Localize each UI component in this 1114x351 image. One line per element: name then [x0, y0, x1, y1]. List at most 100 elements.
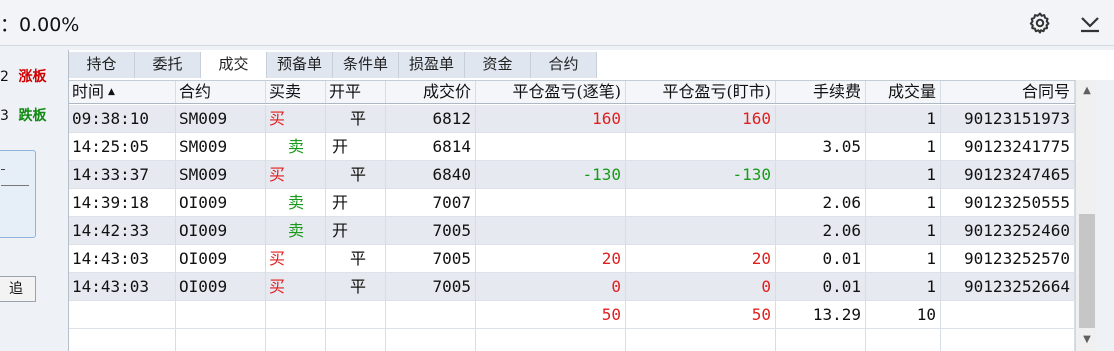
- cell-pnl-mtm: 0: [626, 273, 776, 300]
- cell-side: 买: [266, 161, 326, 188]
- cell-fee: 2.06: [776, 217, 866, 244]
- limit-up-count: 2: [0, 69, 9, 85]
- cell-pnl-trade: 20: [476, 245, 626, 272]
- tab-positions[interactable]: 持仓: [69, 52, 135, 78]
- sort-asc-icon: ▲: [108, 87, 115, 97]
- totals-row[interactable]: 50 50 13.29 10: [69, 301, 1075, 329]
- empty-cell: [476, 329, 626, 351]
- cell-pnl-mtm: [626, 217, 776, 244]
- tab-bar: 持仓 委托 成交 预备单 条件单 损盈单 资金 合约: [69, 52, 597, 78]
- col-header-open-close[interactable]: 开平: [326, 81, 386, 103]
- total-cell-price: [386, 301, 476, 328]
- tab-trades[interactable]: 成交: [201, 52, 267, 78]
- cell-order-no: 90123151973: [941, 105, 1075, 132]
- cell-pnl-mtm: 160: [626, 105, 776, 132]
- empty-cell: [69, 329, 176, 351]
- cell-pnl-mtm: [626, 189, 776, 216]
- table-row[interactable]: 14:42:33 OI009 卖开 7005 2.06 1 90123252460: [69, 217, 1075, 245]
- cell-contract: OI009: [176, 217, 266, 244]
- cell-contract: SM009: [176, 161, 266, 188]
- table-row[interactable]: 14:43:03 OI009 买平 7005 0 0 0.01 1 90123252664: [69, 273, 1075, 301]
- tab-stop-profit-orders[interactable]: 损盈单: [399, 52, 465, 78]
- cell-price: 6840: [386, 161, 476, 188]
- cell-side: 卖: [266, 133, 326, 160]
- tab-prepared-orders[interactable]: 预备单: [267, 52, 333, 78]
- cell-open-close: 平: [326, 273, 386, 300]
- table-row[interactable]: 14:25:05 SM009 卖开 6814 3.05 1 90123241775: [69, 133, 1075, 161]
- cell-pnl-mtm: 20: [626, 245, 776, 272]
- collapse-down-icon[interactable]: [1079, 12, 1101, 34]
- tab-contracts[interactable]: 合约: [531, 52, 597, 78]
- cell-order-no: 90123250555: [941, 189, 1075, 216]
- cell-side: 卖: [266, 189, 326, 216]
- cell-side: 买: [266, 273, 326, 300]
- cell-contract: SM009: [176, 133, 266, 160]
- cell-open-close: 平: [326, 161, 386, 188]
- limit-up-label: 涨板: [18, 69, 47, 85]
- chase-button[interactable]: 追: [0, 276, 36, 302]
- cell-fee: [776, 105, 866, 132]
- tab-conditional-orders[interactable]: 条件单: [333, 52, 399, 78]
- cell-time: 14:25:05: [69, 133, 176, 160]
- limit-up-row: 2 涨板: [0, 66, 46, 86]
- col-header-fee[interactable]: 手续费: [776, 81, 866, 103]
- cell-pnl-trade: 0: [476, 273, 626, 300]
- top-bar: ：0.00%: [0, 0, 1114, 46]
- table-row[interactable]: 09:38:10 SM009 买平 6812 160 160 1 90123151973: [69, 105, 1075, 133]
- table-row[interactable]: 14:39:18 OI009 卖开 7007 2.06 1 90123250555: [69, 189, 1075, 217]
- empty-cell: [326, 329, 386, 351]
- cell-qty: 1: [866, 133, 941, 160]
- cell-price: 7005: [386, 273, 476, 300]
- cell-open-close: 开: [326, 133, 386, 160]
- tab-orders[interactable]: 委托: [135, 52, 201, 78]
- cell-open-close: 开: [326, 189, 386, 216]
- gear-icon[interactable]: [1028, 11, 1052, 35]
- table-row[interactable]: 14:33:37 SM009 买平 6840 -130 -130 1 90123247465: [69, 161, 1075, 189]
- cell-order-no: 90123247465: [941, 161, 1075, 188]
- scroll-down-icon[interactable]: ▼: [1076, 329, 1098, 351]
- cell-pnl-mtm: -130: [626, 161, 776, 188]
- tab-funds[interactable]: 资金: [465, 52, 531, 78]
- cell-contract: OI009: [176, 245, 266, 272]
- col-header-pnl-mtm[interactable]: 平仓盈亏(盯市): [626, 81, 776, 103]
- cell-pnl-trade: [476, 217, 626, 244]
- total-cell-pnl-mtm: 50: [626, 301, 776, 328]
- total-cell-side: [266, 301, 326, 328]
- cell-contract: OI009: [176, 273, 266, 300]
- cell-qty: 1: [866, 273, 941, 300]
- cell-order-no: 90123241775: [941, 133, 1075, 160]
- cell-pnl-mtm: [626, 133, 776, 160]
- cell-pnl-trade: [476, 189, 626, 216]
- cell-fee: 2.06: [776, 189, 866, 216]
- col-header-time[interactable]: 时间 ▲: [69, 81, 176, 103]
- empty-cell: [941, 329, 1075, 351]
- scroll-thumb[interactable]: [1079, 214, 1095, 328]
- empty-cell: [626, 329, 776, 351]
- cell-order-no: 90123252570: [941, 245, 1075, 272]
- limit-down-count: 3: [0, 108, 9, 124]
- cell-side: 买: [266, 105, 326, 132]
- cell-fee: 3.05: [776, 133, 866, 160]
- cell-price: 7005: [386, 217, 476, 244]
- col-header-qty[interactable]: 成交量: [866, 81, 941, 103]
- col-header-contract[interactable]: 合约: [176, 81, 266, 103]
- cell-price: 7007: [386, 189, 476, 216]
- empty-cell: [176, 329, 266, 351]
- total-cell-contract: [176, 301, 266, 328]
- col-header-price[interactable]: 成交价: [386, 81, 476, 103]
- scroll-up-icon[interactable]: ▲: [1076, 80, 1098, 102]
- left-panel: 2 涨板 3 跌板 追: [0, 46, 66, 351]
- total-cell-order-no: [941, 301, 1075, 328]
- col-header-order-no[interactable]: 合同号: [941, 81, 1075, 103]
- col-header-pnl-trade[interactable]: 平仓盈亏(逐笔): [476, 81, 626, 103]
- empty-row[interactable]: [69, 329, 1075, 351]
- left-input-box[interactable]: [0, 150, 36, 238]
- table-row[interactable]: 14:43:03 OI009 买平 7005 20 20 0.01 1 90123252570: [69, 245, 1075, 273]
- cell-order-no: 90123252664: [941, 273, 1075, 300]
- cell-price: 6812: [386, 105, 476, 132]
- vertical-scrollbar[interactable]: ▲ ▼: [1075, 80, 1097, 351]
- cell-price: 7005: [386, 245, 476, 272]
- total-cell-fee: 13.29: [776, 301, 866, 328]
- col-header-side[interactable]: 买卖: [266, 81, 326, 103]
- cell-fee: 0.01: [776, 273, 866, 300]
